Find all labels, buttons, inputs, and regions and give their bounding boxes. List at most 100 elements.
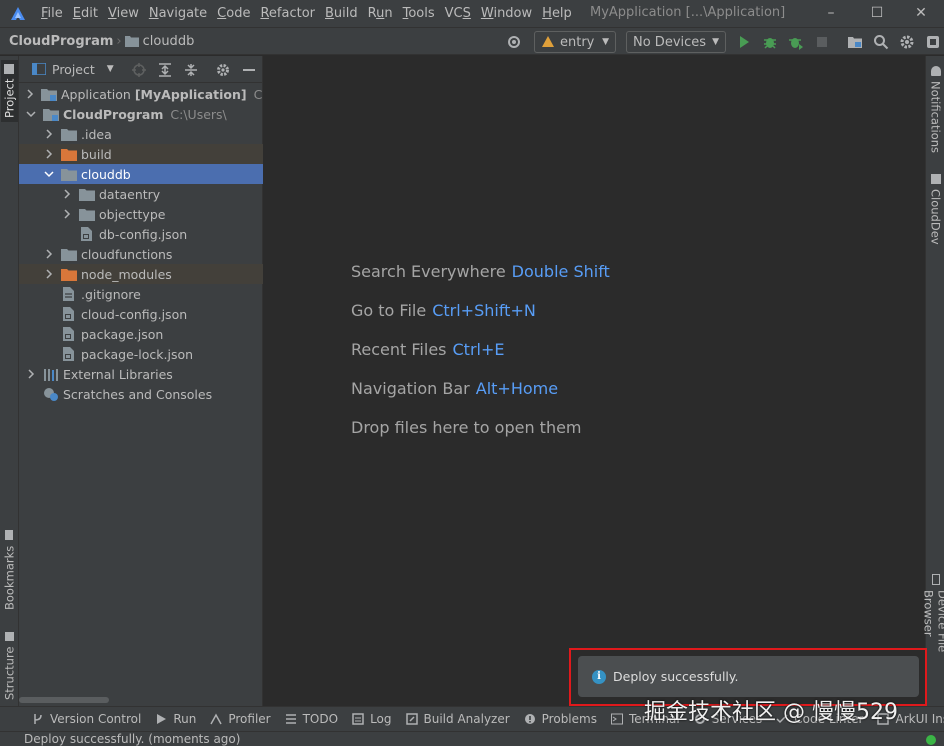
maximize-button[interactable]: ☐ <box>862 0 892 25</box>
chevron-down-icon[interactable] <box>25 108 37 120</box>
settings-gear-icon[interactable] <box>899 34 915 50</box>
tree-item[interactable]: dataentry <box>19 184 263 204</box>
navigation-bar: CloudProgram › clouddb entry ▼ No Device… <box>0 27 944 55</box>
tree-item[interactable]: node_modules <box>19 264 263 284</box>
collapse-all-icon[interactable] <box>184 63 198 77</box>
tab-bookmarks-label: Bookmarks <box>2 545 17 610</box>
tool-window-profiler[interactable]: Profiler <box>210 712 271 726</box>
info-icon: i <box>592 669 606 684</box>
branch-icon <box>32 713 44 725</box>
tree-item[interactable]: package.json <box>19 324 263 344</box>
menu-run[interactable]: Run <box>363 0 398 27</box>
device-manager-icon[interactable] <box>925 34 941 50</box>
bookmark-icon <box>5 530 14 541</box>
tree-item-label: cloud-config.json <box>81 306 188 322</box>
breadcrumb-folder[interactable]: clouddb <box>143 34 195 49</box>
horizontal-scrollbar[interactable] <box>19 697 109 703</box>
menu-build[interactable]: Build <box>320 0 363 27</box>
tool-window-build-analyzer[interactable]: Build Analyzer <box>405 712 510 726</box>
tree-item[interactable]: Application[MyApplication] C:\U <box>19 84 263 104</box>
tab-device-file-browser[interactable]: Device File Browser <box>922 574 944 696</box>
close-button[interactable]: ✕ <box>906 0 936 25</box>
tree-item[interactable]: External Libraries <box>19 364 263 384</box>
debug-icon[interactable] <box>762 34 778 50</box>
terminal-icon <box>610 713 623 725</box>
menu-edit[interactable]: Edit <box>68 0 103 27</box>
tab-bookmarks[interactable]: Bookmarks <box>1 530 18 610</box>
menu-navigate[interactable]: Navigate <box>144 0 212 27</box>
menu-window[interactable]: Window <box>476 0 537 27</box>
chevron-right-icon[interactable] <box>61 208 73 220</box>
stop-icon[interactable] <box>814 34 830 50</box>
project-panel-title[interactable]: Project <box>52 62 95 77</box>
locate-file-icon[interactable] <box>132 63 146 77</box>
editor-tip: Recent Files Ctrl+E <box>351 340 504 359</box>
tool-window-label: Run <box>173 712 197 726</box>
chevron-down-icon[interactable] <box>43 168 55 180</box>
tool-window-run[interactable]: Run <box>155 712 196 726</box>
tab-notifications[interactable]: Notifications <box>927 66 944 166</box>
tree-item-label: package.json <box>81 326 164 342</box>
chevron-right-icon[interactable] <box>43 248 55 260</box>
tool-window-todo[interactable]: TODO <box>285 712 338 726</box>
tree-item[interactable]: objecttype <box>19 204 263 224</box>
status-message[interactable]: Deploy successfully. (moments ago) <box>24 732 240 746</box>
notification-balloon[interactable]: i Deploy successfully. <box>578 656 919 697</box>
search-icon[interactable] <box>873 34 889 50</box>
tab-structure[interactable]: Structure <box>1 626 18 706</box>
menu-view[interactable]: View <box>103 0 144 27</box>
target-icon[interactable] <box>506 34 522 50</box>
editor-area[interactable]: Search Everywhere Double Shift Go to File C… <box>264 56 925 706</box>
notification-message: Deploy successfully. <box>613 669 739 684</box>
menu-tools[interactable]: Tools <box>398 0 440 27</box>
tool-window-problems[interactable]: Problems <box>524 712 597 726</box>
tree-item-label: External Libraries <box>63 366 173 382</box>
tree-item[interactable]: db-config.json <box>19 224 263 244</box>
tree-item[interactable]: cloud-config.json <box>19 304 263 324</box>
chevron-right-icon[interactable] <box>43 128 55 140</box>
chevron-down-icon[interactable]: ▼ <box>107 64 114 74</box>
menu-help[interactable]: Help <box>537 0 577 27</box>
tool-window-label: Log <box>370 712 392 726</box>
chevron-right-icon[interactable] <box>61 188 73 200</box>
tool-window-log[interactable]: Log <box>352 712 392 726</box>
tab-clouddev[interactable]: CloudDev <box>927 174 944 246</box>
panel-settings-gear-icon[interactable] <box>216 63 230 77</box>
tree-item-module-name: [MyApplication] <box>134 86 247 102</box>
menu-file[interactable]: File <box>36 0 68 27</box>
tree-item[interactable]: Scratches and Consoles <box>19 384 263 404</box>
module-folder-icon <box>41 87 57 101</box>
folder-icon <box>124 36 139 47</box>
run-configuration-select[interactable]: entry ▼ <box>534 31 616 53</box>
tree-item[interactable]: cloudfunctions <box>19 244 263 264</box>
chevron-right-icon[interactable] <box>25 88 35 100</box>
chevron-right-icon[interactable] <box>43 268 55 280</box>
hide-panel-icon[interactable] <box>242 63 256 77</box>
tree-item[interactable]: CloudProgram C:\Users\ <box>19 104 263 124</box>
tree-item[interactable]: .gitignore <box>19 284 263 304</box>
menu-code[interactable]: Code <box>212 0 255 27</box>
tree-item[interactable]: package-lock.json <box>19 344 263 364</box>
tab-project[interactable]: Project <box>1 60 18 122</box>
tool-window-version-control[interactable]: Version Control <box>32 712 141 726</box>
tree-item-label: build <box>81 146 112 162</box>
folder-icon <box>61 167 77 181</box>
tree-item[interactable]: clouddb <box>19 164 263 184</box>
status-indicator-icon[interactable] <box>926 735 936 745</box>
tree-item[interactable]: .idea <box>19 124 263 144</box>
device-select[interactable]: No Devices ▼ <box>626 31 726 53</box>
menu-refactor[interactable]: Refactor <box>255 0 320 27</box>
chevron-right-icon[interactable] <box>43 148 55 160</box>
run-icon[interactable] <box>736 34 752 50</box>
editor-tip: Search Everywhere Double Shift <box>351 262 610 281</box>
project-structure-icon[interactable] <box>847 34 863 50</box>
attach-debugger-icon[interactable] <box>788 34 804 50</box>
minimize-button[interactable]: – <box>816 0 846 25</box>
tree-item-label: Application <box>61 86 131 102</box>
breadcrumb-project[interactable]: CloudProgram <box>9 34 113 49</box>
tree-item[interactable]: build <box>19 144 263 164</box>
chevron-right-icon[interactable] <box>25 368 37 380</box>
menu-vcs[interactable]: VCS <box>440 0 476 27</box>
tree-item-label: .gitignore <box>81 286 141 302</box>
expand-all-icon[interactable] <box>158 63 172 77</box>
